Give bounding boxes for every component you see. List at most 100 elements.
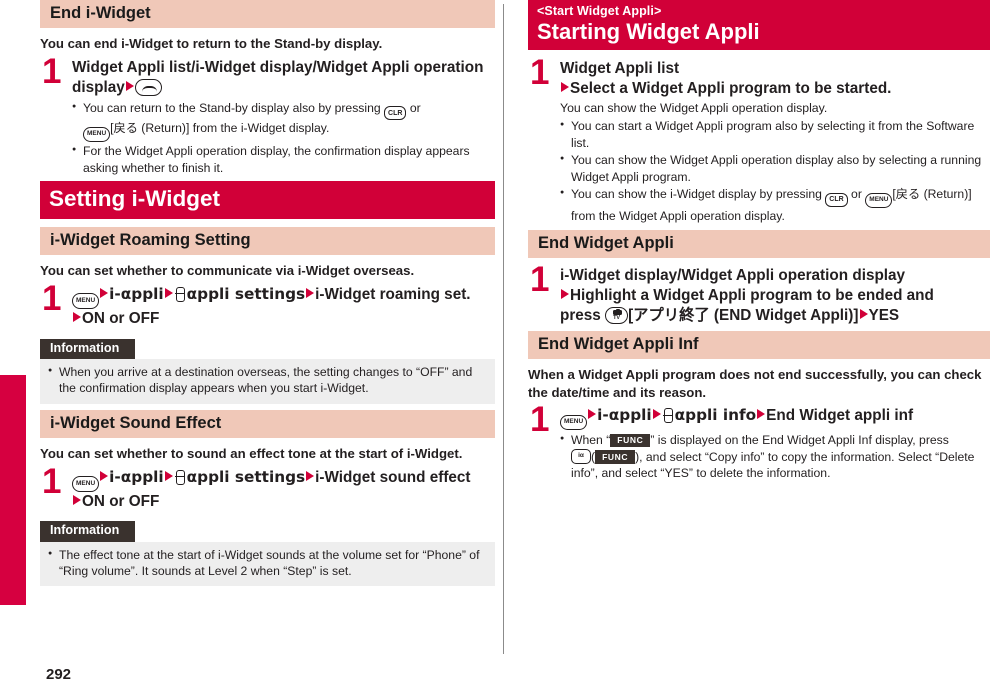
section-heading-roaming: i-Widget Roaming Setting [40,226,495,256]
step-target-3: i-Widget roaming set. [315,285,471,303]
step-text: MENU i-αppli αppli settings i-Widget sound … [72,467,495,512]
arrow-icon [306,287,315,298]
step-target-3: i-Widget sound effect [315,468,471,486]
step-roaming: 1 MENU i-αppli αppli settings i-Widget roam… [40,278,495,329]
step-target-3: End Widget appli inf [766,407,914,425]
end-call-key-icon [134,78,162,96]
step-end-iwidget: 1 Widget Appli list/i-Widget display/Wid… [40,51,495,176]
lead-roaming: You can set whether to communicate via i… [40,263,415,279]
func-badge: FUNC [610,433,651,448]
banner-subtitle: <Start Widget Appli> [537,4,662,18]
menu-key-icon: MENU [865,192,893,209]
list-item: For the Widget Appli operation display, … [72,143,495,176]
arrow-icon [73,311,81,322]
step-number: 1 [42,51,62,91]
clr-key-icon: CLR [825,192,848,207]
step-text: Widget Appli list Select a Widget Appli … [560,58,990,99]
step-target-1: i-αppli [597,406,652,425]
arrow-icon [588,409,597,420]
step-line-2: Highlight a Widget Appli program to be e… [560,286,990,306]
manual-page: i-αppli/i-Widget End i-Widget You can en… [0,0,1004,697]
step-line-2: Select a Widget Appli program to be star… [560,79,990,99]
nav-key-icon [175,286,185,302]
step-target-2: αppli settings [186,467,306,486]
information-body: The effect tone at the start of i-Widget… [40,541,495,587]
step-note-plain: You can show the Widget Appli operation … [560,100,828,115]
step-line-2: ON or OFF [72,309,495,329]
list-item: You can return to the Stand-by display a… [72,100,495,143]
arrow-icon [859,308,868,319]
step-line-1: Widget Appli list/i-Widget display/Widge… [72,58,484,76]
arrow-icon [561,288,569,299]
camera-tv-key-icon: TV [605,306,629,324]
information-title: Information [40,338,136,359]
menu-key-icon: MENU [83,126,111,143]
step-number: 1 [530,400,550,440]
step-line-2: display [72,78,495,98]
step-number: 1 [530,260,550,300]
step-sound-effect: 1 MENU i-αppli αppli settings i-Widget soun… [40,461,495,512]
step-line-3: press TV [アプリ終了 (END Widget Appli)] YES [560,306,900,324]
banner-title: Setting i-Widget [49,186,221,212]
step-number: 1 [530,52,550,92]
banner-title: Starting Widget Appli [537,18,760,44]
section-heading-end-widget-appli: End Widget Appli [528,229,990,259]
step-text: MENU i-αppli αppli info End Widget appli in… [560,405,990,431]
banner-start-widget-appli: <Start Widget Appli> Starting Widget App… [528,0,990,50]
list-item: When you arrive at a destination oversea… [48,364,487,397]
step-number: 1 [42,278,62,318]
step-target-2: αppli settings [186,284,306,303]
right-column: <Start Widget Appli> Starting Widget App… [528,0,990,486]
clr-key-icon: CLR [384,106,407,121]
left-column: End i-Widget You can end i-Widget to ret… [40,0,495,592]
step-notes: You can start a Widget Appli program als… [560,118,990,224]
nav-key-icon [663,408,673,424]
arrow-icon [306,470,315,481]
step-text: Widget Appli list/i-Widget display/Widge… [72,57,495,98]
step-target-4: ON or OFF [82,309,160,327]
information-title: Information [40,521,136,542]
lead-sound-effect: You can set whether to sound an effect t… [40,446,463,462]
arrow-icon [125,80,134,91]
arrow-icon [100,470,109,481]
step-text: MENU i-αppli αppli settings i-Widget roamin… [72,284,495,329]
lead-end-widget-appli-inf: When a Widget Appli program does not end… [528,367,982,400]
func-badge: FUNC [595,450,636,464]
banner-setting-iwidget: Setting i-Widget [40,181,495,219]
information-box-roaming: Information When you arrive at a destina… [40,338,495,404]
arrow-icon [164,287,173,298]
nav-key-icon [175,469,185,485]
step-number: 1 [42,461,62,501]
step-line-1: Widget Appli list [560,59,680,77]
list-item: The effect tone at the start of i-Widget… [48,547,487,580]
step-line-1: i-Widget display/Widget Appli operation … [560,267,906,285]
menu-key-icon: MENU [72,476,100,492]
step-target-1: i-αppli [109,467,164,486]
list-item: You can show the i-Widget display by pre… [560,186,990,224]
arrow-icon [561,81,569,92]
lead-end-iwidget: You can end i-Widget to return to the St… [40,36,383,52]
i-alpha-key-icon: iα [571,448,591,464]
arrow-icon [164,470,173,481]
menu-key-icon: MENU [72,293,100,309]
step-target-2: αppli info [674,406,757,425]
step-target-1: i-αppli [109,284,164,303]
arrow-icon [100,287,109,298]
step-end-widget-appli-inf: 1 MENU i-αppli αppli info End Widget appli … [528,400,990,481]
information-body: When you arrive at a destination oversea… [40,358,495,404]
step-text: i-Widget display/Widget Appli operation … [560,265,990,326]
section-heading-end-iwidget: End i-Widget [40,0,495,29]
step-notes: You can return to the Stand-by display a… [72,100,495,176]
step-end-widget-appli: 1 i-Widget display/Widget Appli operatio… [528,260,990,326]
information-list: The effect tone at the start of i-Widget… [48,547,487,580]
step-target-4: ON or OFF [82,492,160,510]
section-heading-end-widget-appli-inf: End Widget Appli Inf [528,330,990,360]
arrow-icon [73,494,81,505]
step-line-2: ON or OFF [72,492,495,512]
information-list: When you arrive at a destination oversea… [48,364,487,397]
side-tab-label: i-αppli/i-Widget [11,458,26,556]
step-start-widget-appli: 1 Widget Appli list Select a Widget Appl… [528,52,990,225]
list-item: You can show the Widget Appli operation … [560,152,990,185]
menu-key-icon: MENU [560,414,588,431]
information-box-sound-effect: Information The effect tone at the start… [40,521,495,587]
